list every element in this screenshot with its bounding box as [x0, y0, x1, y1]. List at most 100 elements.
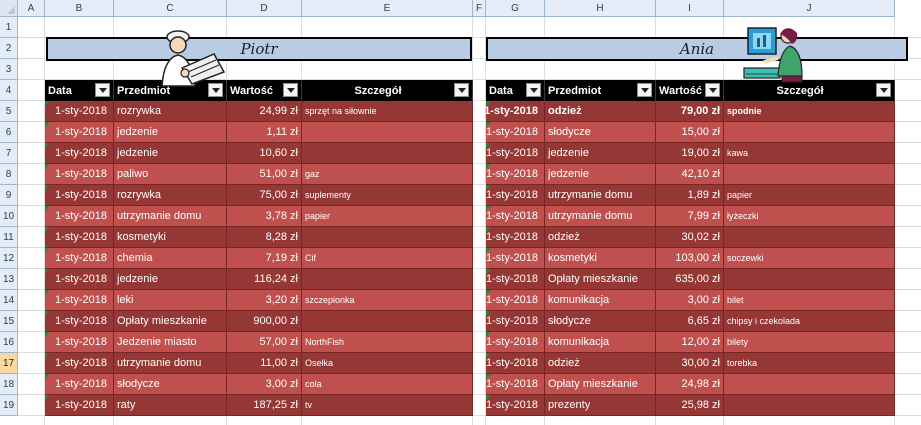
ania-filter-item-button[interactable] [637, 83, 652, 97]
ania-cell-date[interactable]: 1-sty-2018 [486, 122, 545, 143]
ania-cell-item[interactable]: odzież [545, 353, 656, 374]
ania-cell-item[interactable]: Opłaty mieszkanie [545, 269, 656, 290]
piotr-cell-detail[interactable]: Cif [302, 248, 473, 269]
piotr-cell-detail[interactable] [302, 269, 473, 290]
piotr-cell-value[interactable]: 1,11 zł [227, 122, 302, 143]
row-header-1[interactable]: 1 [0, 17, 18, 38]
piotr-cell-value[interactable]: 3,78 zł [227, 206, 302, 227]
ania-cell-date[interactable]: 1-sty-2018 [486, 164, 545, 185]
piotr-filter-detail-button[interactable] [454, 83, 469, 97]
ania-header-item[interactable]: Przedmiot [545, 80, 656, 101]
piotr-cell-item[interactable]: rozrywka [114, 185, 227, 206]
piotr-cell-detail[interactable]: sprzęt na siłownie [302, 101, 473, 122]
row-header-4[interactable]: 4 [0, 80, 18, 101]
ania-cell-date[interactable]: 1-sty-2018 [486, 206, 545, 227]
piotr-filter-date-button[interactable] [95, 83, 110, 97]
ania-cell-detail[interactable]: spodnie [724, 101, 895, 122]
piotr-cell-item[interactable]: jedzenie [114, 122, 227, 143]
ania-cell-detail[interactable]: bilet [724, 290, 895, 311]
row-header-5[interactable]: 5 [0, 101, 18, 122]
ania-cell-item[interactable]: odzież [545, 101, 656, 122]
piotr-cell-value[interactable]: 3,20 zł [227, 290, 302, 311]
ania-cell-item[interactable]: słodycze [545, 311, 656, 332]
piotr-cell-detail[interactable]: szczepionka [302, 290, 473, 311]
piotr-cell-item[interactable]: Jedzenie miasto [114, 332, 227, 353]
piotr-cell-value[interactable]: 8,28 zł [227, 227, 302, 248]
piotr-cell-value[interactable]: 57,00 zł [227, 332, 302, 353]
ania-header-value[interactable]: Wartość [656, 80, 724, 101]
piotr-cell-item[interactable]: słodycze [114, 374, 227, 395]
piotr-cell-value[interactable]: 3,00 zł [227, 374, 302, 395]
row-header-17[interactable]: 17 [0, 353, 18, 374]
ania-cell-value[interactable]: 30,02 zł [656, 227, 724, 248]
piotr-cell-date[interactable]: 1-sty-2018 [45, 395, 114, 416]
piotr-name-box[interactable]: Piotr [46, 37, 472, 61]
piotr-header-detail[interactable]: Szczegół [302, 80, 473, 101]
ania-cell-item[interactable]: komunikacja [545, 290, 656, 311]
piotr-cell-item[interactable]: Opłaty mieszkanie [114, 311, 227, 332]
ania-cell-date[interactable]: 1-sty-2018 [486, 101, 545, 122]
ania-cell-value[interactable]: 25,98 zł [656, 395, 724, 416]
piotr-cell-date[interactable]: 1-sty-2018 [45, 164, 114, 185]
column-header-j[interactable]: J [724, 0, 895, 17]
ania-cell-date[interactable]: 1-sty-2018 [486, 311, 545, 332]
spreadsheet[interactable]: A B C D E F G H I J 1 2 3 4 5 6 7 8 9 10 11 12 13 14 15 16 17 18 19 D… [0, 0, 921, 425]
row-header-3[interactable]: 3 [0, 59, 18, 80]
ania-cell-item[interactable]: słodycze [545, 122, 656, 143]
row-header-16[interactable]: 16 [0, 332, 18, 353]
piotr-cell-detail[interactable] [302, 143, 473, 164]
piotr-cell-item[interactable]: kosmetyki [114, 227, 227, 248]
row-header-8[interactable]: 8 [0, 164, 18, 185]
ania-filter-date-button[interactable] [526, 83, 541, 97]
row-header-19[interactable]: 19 [0, 395, 18, 416]
piotr-cell-date[interactable]: 1-sty-2018 [45, 353, 114, 374]
piotr-header-value[interactable]: Wartość [227, 80, 302, 101]
piotr-cell-detail[interactable]: NorthFish [302, 332, 473, 353]
ania-cell-value[interactable]: 42,10 zł [656, 164, 724, 185]
piotr-cell-date[interactable]: 1-sty-2018 [45, 374, 114, 395]
ania-cell-detail[interactable]: soczewki [724, 248, 895, 269]
piotr-cell-value[interactable]: 900,00 zł [227, 311, 302, 332]
piotr-cell-date[interactable]: 1-sty-2018 [45, 143, 114, 164]
piotr-cell-detail[interactable] [302, 122, 473, 143]
select-all-corner[interactable] [0, 0, 18, 17]
column-header-d[interactable]: D [227, 0, 302, 17]
row-header-15[interactable]: 15 [0, 311, 18, 332]
piotr-cell-value[interactable]: 7,19 zł [227, 248, 302, 269]
piotr-cell-item[interactable]: jedzenie [114, 269, 227, 290]
ania-cell-value[interactable]: 6,65 zł [656, 311, 724, 332]
piotr-cell-date[interactable]: 1-sty-2018 [45, 248, 114, 269]
row-header-9[interactable]: 9 [0, 185, 18, 206]
piotr-cell-item[interactable]: utrzymanie domu [114, 206, 227, 227]
ania-filter-value-button[interactable] [705, 83, 720, 97]
row-header-11[interactable]: 11 [0, 227, 18, 248]
ania-header-date[interactable]: Data [486, 80, 545, 101]
ania-cell-detail[interactable] [724, 227, 895, 248]
ania-cell-detail[interactable]: chipsy i czekolada [724, 311, 895, 332]
piotr-cell-date[interactable]: 1-sty-2018 [45, 122, 114, 143]
ania-cell-date[interactable]: 1-sty-2018 [486, 395, 545, 416]
ania-cell-value[interactable]: 3,00 zł [656, 290, 724, 311]
piotr-cell-date[interactable]: 1-sty-2018 [45, 290, 114, 311]
piotr-filter-value-button[interactable] [283, 83, 298, 97]
piotr-cell-detail[interactable]: papier [302, 206, 473, 227]
piotr-cell-item[interactable]: chemia [114, 248, 227, 269]
ania-cell-date[interactable]: 1-sty-2018 [486, 248, 545, 269]
ania-cell-detail[interactable]: torebka [724, 353, 895, 374]
piotr-cell-detail[interactable]: tv [302, 395, 473, 416]
piotr-cell-value[interactable]: 187,25 zł [227, 395, 302, 416]
ania-cell-detail[interactable]: papier [724, 185, 895, 206]
ania-cell-detail[interactable] [724, 269, 895, 290]
row-header-6[interactable]: 6 [0, 122, 18, 143]
row-header-7[interactable]: 7 [0, 143, 18, 164]
piotr-cell-detail[interactable]: gaz [302, 164, 473, 185]
piotr-cell-date[interactable]: 1-sty-2018 [45, 227, 114, 248]
piotr-cell-detail[interactable] [302, 311, 473, 332]
ania-cell-value[interactable]: 79,00 zł [656, 101, 724, 122]
ania-cell-item[interactable]: komunikacja [545, 332, 656, 353]
row-header-14[interactable]: 14 [0, 290, 18, 311]
column-header-b[interactable]: B [45, 0, 114, 17]
piotr-cell-value[interactable]: 51,00 zł [227, 164, 302, 185]
ania-cell-value[interactable]: 15,00 zł [656, 122, 724, 143]
ania-cell-item[interactable]: jedzenie [545, 164, 656, 185]
